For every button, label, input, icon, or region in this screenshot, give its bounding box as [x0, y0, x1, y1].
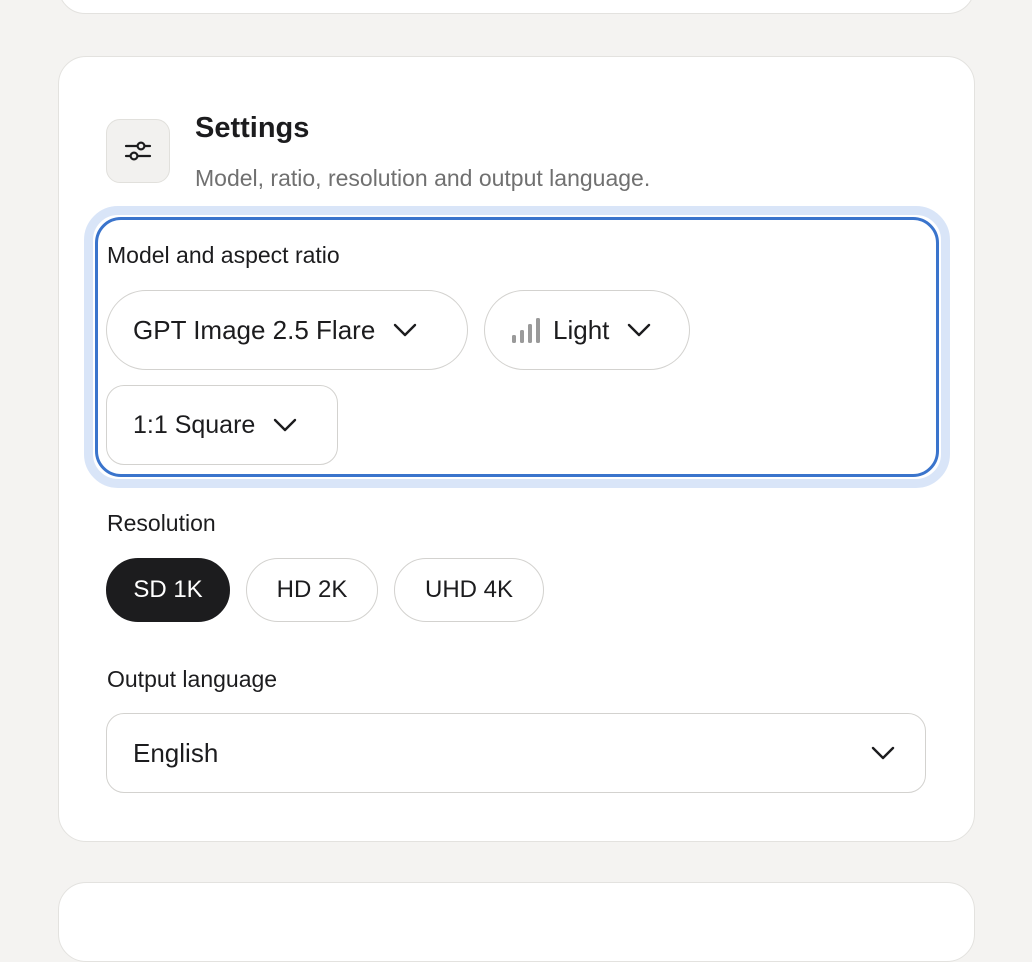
aspect-ratio-dropdown[interactable]: 1:1 Square	[106, 385, 338, 465]
model-dropdown-value: GPT Image 2.5 Flare	[133, 314, 376, 345]
quality-dropdown[interactable]: Light	[484, 290, 690, 370]
output-language-label: Output language	[107, 666, 278, 692]
model-dropdown[interactable]: GPT Image 2.5 Flare	[106, 290, 468, 370]
aspect-ratio-value: 1:1 Square	[133, 410, 256, 439]
signal-bars-icon	[511, 317, 541, 343]
chevron-down-icon	[871, 746, 895, 760]
resolution-label: Resolution	[107, 510, 216, 536]
settings-subtitle: Model, ratio, resolution and output lang…	[195, 165, 651, 191]
sliders-icon	[106, 119, 170, 183]
chevron-down-icon	[627, 323, 651, 337]
resolution-option-sd-1k[interactable]: SD 1K	[106, 558, 230, 622]
settings-title: Settings	[195, 112, 310, 144]
chevron-down-icon	[393, 323, 417, 337]
chevron-down-icon	[273, 418, 297, 432]
quality-dropdown-value: Light	[553, 314, 610, 345]
previous-card	[58, 0, 975, 14]
resolution-option-uhd-4k[interactable]: UHD 4K	[394, 558, 544, 622]
model-section-label: Model and aspect ratio	[107, 242, 340, 268]
output-language-value: English	[133, 737, 219, 768]
output-language-select[interactable]: English	[106, 713, 926, 793]
resolution-option-hd-2k[interactable]: HD 2K	[246, 558, 378, 622]
next-card	[58, 882, 975, 962]
